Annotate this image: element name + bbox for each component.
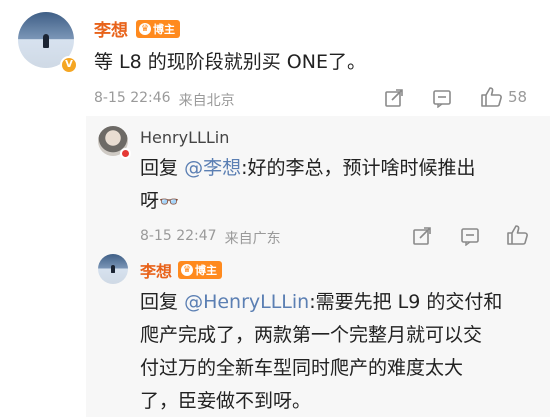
author-row: 李想 ♛ 博主: [94, 16, 180, 41]
reply2-line4: 了，臣妾做不到呀。: [140, 390, 312, 412]
blogger-badge: ♛ 博主: [178, 261, 223, 279]
like-icon[interactable]: [480, 86, 504, 108]
author-name[interactable]: 李想: [94, 16, 128, 41]
comment-icon[interactable]: [460, 226, 480, 247]
crown-icon: ♛: [181, 264, 194, 276]
blogger-badge-label: 博主: [153, 22, 175, 36]
share-icon[interactable]: [412, 226, 432, 246]
reply2-line1: :需要先把 L9 的交付和: [309, 291, 503, 313]
reply-meta: 8-15 22:47 来自广东: [140, 228, 281, 248]
reply-body: :好的李总，预计啥时候推出: [241, 157, 476, 179]
reply-text: 回复 @李想:好的李总，预计啥时候推出 呀👓: [140, 152, 540, 218]
reply-location: 来自广东: [224, 231, 281, 247]
reply-date: 8-15 22:47: [140, 228, 217, 244]
crown-icon: ♛: [139, 22, 151, 35]
comment-location: 来自北京: [178, 93, 235, 109]
like-icon[interactable]: [506, 224, 530, 246]
reply2-author[interactable]: 李想: [140, 258, 172, 282]
verified-icon: V: [60, 56, 78, 74]
user-status-icon: [120, 148, 131, 159]
comment-text: 等 L8 的现阶段就别买 ONE了。: [94, 51, 366, 73]
avatar-lixiang[interactable]: [98, 254, 128, 284]
like-count: 58: [508, 88, 528, 106]
reply2-prefix: 回复: [140, 291, 179, 313]
reply2-author-row: 李想 ♛ 博主: [140, 258, 223, 282]
mention-link[interactable]: @李想: [184, 157, 241, 179]
share-icon[interactable]: [384, 88, 404, 108]
comment-date: 8-15 22:46: [94, 90, 171, 106]
reply-thread: HenryLLLin 回复 @李想:好的李总，预计啥时候推出 呀👓 8-15 2…: [86, 116, 550, 417]
emoji-icon: 👓: [159, 192, 179, 211]
comment-icon[interactable]: [432, 88, 452, 109]
reply2-text: 回复 @HenryLLLin:需要先把 L9 的交付和 爬产完成了，两款第一个完…: [140, 286, 545, 418]
blogger-badge-label: 博主: [195, 264, 218, 277]
reply-body-2: 呀: [140, 190, 160, 212]
mention-link[interactable]: @HenryLLLin: [184, 291, 309, 313]
reply2-line3: 付过万的全新车型同时爬产的难度太大: [140, 357, 464, 379]
blogger-badge: ♛ 博主: [136, 19, 180, 38]
reply-author[interactable]: HenryLLLin: [140, 128, 229, 147]
comment-meta: 8-15 22:46 来自北京: [94, 90, 235, 110]
reply2-line2: 爬产完成了，两款第一个完整月就可以交: [140, 324, 483, 346]
reply-prefix: 回复: [140, 157, 179, 179]
comment-main: V 李想 ♛ 博主 等 L8 的现阶段就别买 ONE了。 8-15 22:46 …: [0, 0, 550, 118]
